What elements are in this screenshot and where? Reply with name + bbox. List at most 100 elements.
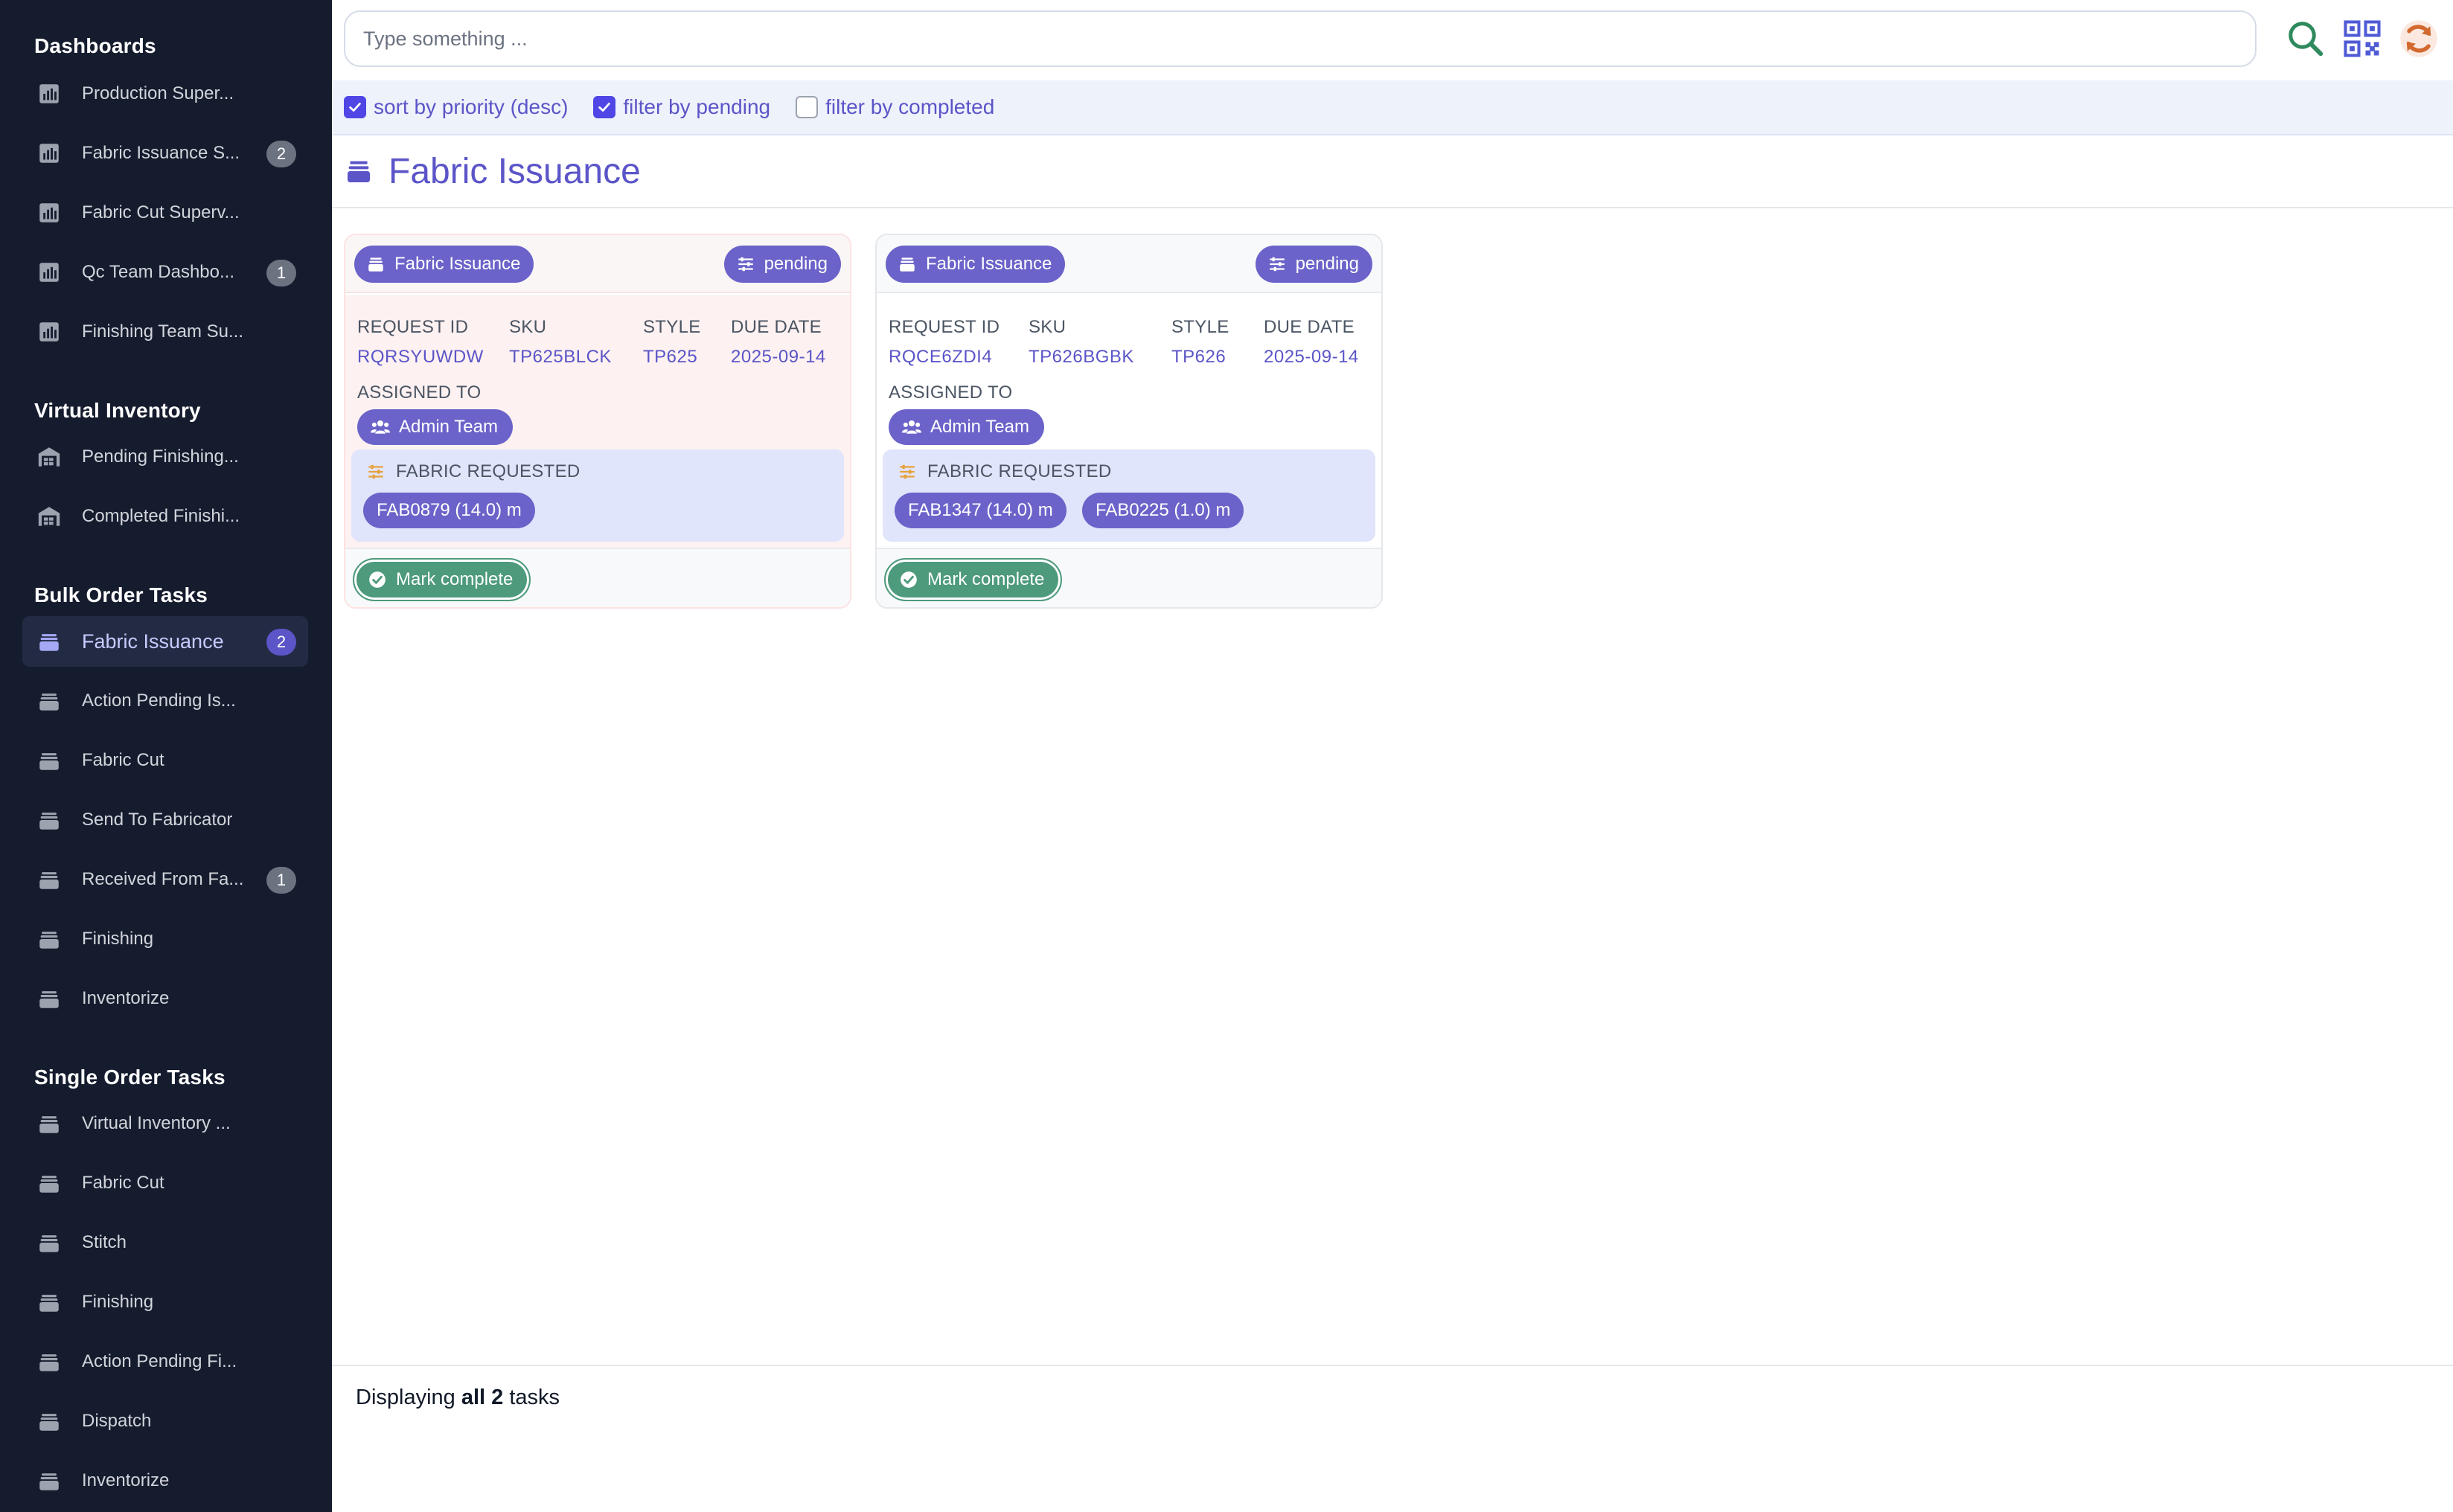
sidebar-item-fabric-cut-supervisor[interactable]: Fabric Cut Superv... (22, 188, 308, 238)
mark-complete-button[interactable]: Mark complete (884, 558, 1063, 601)
sidebar-item-inventorize[interactable]: Inventorize (22, 973, 308, 1024)
sidebar-item-fabric-cut-single[interactable]: Fabric Cut (22, 1158, 308, 1208)
stack-icon (36, 1408, 63, 1435)
sidebar-item-label: Dispatch (82, 1411, 152, 1431)
stack-icon (36, 1467, 63, 1494)
warehouse-icon (36, 443, 63, 470)
filter-label: filter by completed (825, 95, 995, 118)
assigned-team-pill[interactable]: Admin Team (357, 409, 513, 445)
sidebar-item-fabric-issuance-supervisor[interactable]: Fabric Issuance S... 2 (22, 128, 308, 179)
sidebar-item-label: Finishing Team Su... (82, 321, 243, 342)
task-type-pill[interactable]: Fabric Issuance (886, 246, 1066, 283)
sidebar-item-finishing-team-supervisor[interactable]: Finishing Team Su... (22, 307, 308, 357)
task-type-label: Fabric Issuance (926, 254, 1052, 274)
fabric-requested-title: FABRIC REQUESTED (898, 461, 1112, 482)
filter-completed[interactable]: filter by completed (796, 95, 994, 119)
search-box[interactable] (344, 10, 2257, 67)
fabric-chip[interactable]: FAB0879 (14.0) m (363, 493, 535, 528)
checkbox-unchecked[interactable] (796, 96, 819, 118)
request-id-label: REQUEST ID (357, 317, 469, 337)
task-type-pill[interactable]: Fabric Issuance (354, 246, 534, 283)
sidebar-item-dispatch[interactable]: Dispatch (22, 1396, 308, 1447)
assigned-to-label: ASSIGNED TO (357, 382, 482, 403)
sidebar-item-stitch[interactable]: Stitch (22, 1217, 308, 1268)
sliders-icon (900, 464, 915, 479)
style-value: TP626 (1171, 347, 1226, 367)
checkbox-checked[interactable] (593, 96, 616, 118)
sidebar-item-label: Fabric Issuance S... (82, 143, 240, 163)
status-pill[interactable]: pending (723, 246, 841, 283)
sidebar-item-received-from-fabricator[interactable]: Received From Fa... 1 (22, 854, 308, 905)
card-header: Fabric Issuance pending (877, 235, 1381, 293)
stack-icon (36, 1110, 63, 1137)
chart-icon (36, 199, 63, 226)
status-label: pending (1295, 254, 1359, 274)
qr-code-icon[interactable] (2341, 18, 2383, 60)
stack-icon (36, 1348, 63, 1375)
stack-icon (348, 161, 370, 182)
page-heading: Fabric Issuance (344, 146, 641, 196)
assigned-to-label: ASSIGNED TO (889, 382, 1013, 403)
sidebar-item-finishing-single[interactable]: Finishing (22, 1277, 308, 1327)
stack-icon (36, 807, 63, 833)
assigned-team-label: Admin Team (930, 417, 1029, 437)
divider (332, 207, 2453, 208)
sliders-icon (738, 257, 753, 272)
stack-icon (36, 1289, 63, 1316)
style-value: TP625 (643, 347, 698, 367)
sidebar-item-completed-finishing[interactable]: Completed Finishi... (22, 491, 308, 542)
mark-complete-button[interactable]: Mark complete (353, 558, 531, 601)
task-card[interactable]: Fabric Issuance pending REQUEST ID SKU S… (875, 234, 1383, 609)
sidebar-item-label: Fabric Cut Superv... (82, 202, 240, 222)
filter-pending[interactable]: filter by pending (593, 95, 770, 119)
refresh-icon[interactable] (2398, 18, 2440, 60)
sku-label: SKU (509, 317, 547, 337)
filter-label: filter by pending (623, 95, 771, 118)
sidebar-item-finishing[interactable]: Finishing (22, 914, 308, 964)
sidebar-item-production-supervisor[interactable]: Production Super... (22, 68, 308, 119)
sidebar-item-send-to-fabricator[interactable]: Send To Fabricator (22, 795, 308, 845)
request-id-label: REQUEST ID (889, 317, 1000, 337)
status-pill[interactable]: pending (1255, 246, 1372, 283)
chart-icon (36, 80, 63, 107)
status-label: pending (764, 254, 828, 274)
filter-label: sort by priority (desc) (374, 95, 569, 118)
task-card[interactable]: Fabric Issuance pending REQUEST ID SKU S… (344, 234, 851, 609)
chart-icon (36, 259, 63, 286)
warehouse-icon (36, 503, 63, 530)
sidebar-item-label: Send To Fabricator (82, 810, 233, 830)
sidebar-item-label: Fabric Issuance (82, 630, 224, 653)
sidebar-item-fabric-cut[interactable]: Fabric Cut (22, 735, 308, 786)
assigned-team-pill[interactable]: Admin Team (889, 409, 1044, 445)
sidebar-item-label: Fabric Cut (82, 1173, 164, 1193)
sidebar-item-inventorize-single[interactable]: Inventorize (22, 1455, 308, 1506)
task-type-label: Fabric Issuance (394, 254, 521, 274)
style-label: STYLE (1171, 317, 1229, 337)
style-label: STYLE (643, 317, 701, 337)
sidebar-item-action-pending-finishing[interactable]: Action Pending Fi... (22, 1336, 308, 1387)
sidebar-item-virtual-inventory[interactable]: Virtual Inventory ... (22, 1098, 308, 1149)
fabric-chip[interactable]: FAB0225 (1.0) m (1082, 493, 1244, 528)
sidebar-item-pending-finishing[interactable]: Pending Finishing... (22, 432, 308, 482)
search-input[interactable] (363, 27, 2255, 51)
fabric-chip[interactable]: FAB1347 (14.0) m (895, 493, 1066, 528)
sidebar-item-fabric-issuance[interactable]: Fabric Issuance 2 (22, 616, 308, 667)
sidebar-section-dashboards: Dashboards (34, 34, 156, 57)
checkbox-checked[interactable] (344, 96, 366, 118)
sidebar-item-action-pending-issuance[interactable]: Action Pending Is... (22, 676, 308, 726)
task-count-summary: Displaying all 2 tasks (356, 1386, 560, 1410)
sidebar-item-label: Inventorize (82, 988, 170, 1008)
stack-icon (36, 985, 63, 1012)
sidebar-section-virtual-inventory: Virtual Inventory (34, 399, 201, 422)
fabric-requested-box: FABRIC REQUESTED FAB1347 (14.0) m FAB022… (883, 449, 1375, 542)
sidebar-item-label: Qc Team Dashbo... (82, 262, 234, 282)
sidebar-item-qc-team-dashboard[interactable]: Qc Team Dashbo... 1 (22, 247, 308, 298)
divider (332, 1365, 2453, 1366)
count-badge: 1 (266, 260, 296, 286)
page-title: Fabric Issuance (388, 151, 641, 191)
filter-sort-priority[interactable]: sort by priority (desc) (344, 95, 568, 119)
search-icon[interactable] (2285, 18, 2326, 60)
request-id-value: RQRSYUWDW (357, 347, 484, 367)
stack-icon (900, 257, 915, 272)
users-icon (370, 420, 391, 434)
